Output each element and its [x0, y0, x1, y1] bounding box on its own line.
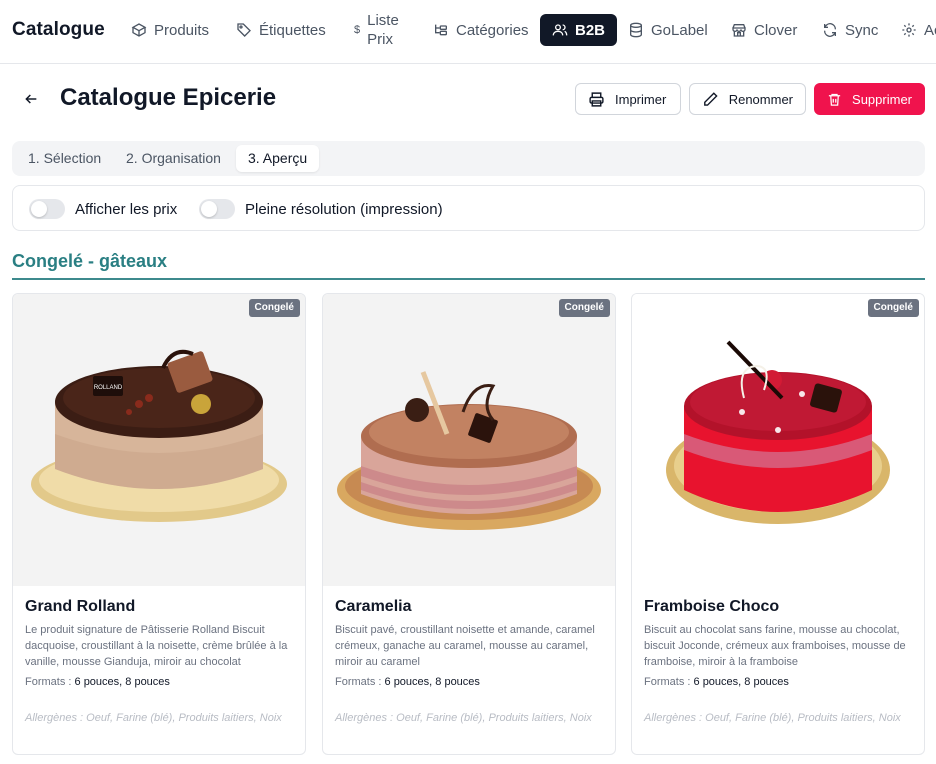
nav-item-label: Sync	[845, 21, 879, 39]
nav-item-b2b[interactable]: B2B	[540, 14, 618, 46]
formats-value: 6 pouces, 8 pouces	[693, 676, 789, 688]
nav-item-label: Produits	[154, 21, 210, 39]
trash-icon	[828, 93, 841, 106]
nav-item-label: Ac	[924, 21, 936, 39]
formats-value: 6 pouces, 8 pouces	[74, 676, 170, 688]
product-description: Biscuit pavé, croustillant noisette et a…	[335, 624, 595, 668]
nav-item-liste-prix[interactable]: $ Liste Prix	[342, 10, 411, 50]
product-name: Grand Rolland	[25, 598, 136, 615]
product-allergens: Allergènes : Oeuf, Farine (blé), Produit…	[644, 712, 901, 724]
full-resolution-switch[interactable]	[199, 199, 235, 219]
show-prices-label: Afficher les prix	[75, 200, 178, 218]
gear-icon	[902, 23, 916, 37]
product-card[interactable]: Congelé Framboise Choco Biscuit au choco…	[631, 293, 925, 755]
product-formats: Formats : 6 pouces, 8 pouces	[25, 674, 293, 690]
tab-organisation[interactable]: 2. Organisation	[114, 145, 233, 172]
tag-icon	[237, 23, 251, 37]
product-formats: Formats : 6 pouces, 8 pouces	[644, 674, 912, 690]
product-description: Le produit signature de Pâtisserie Rolla…	[25, 624, 288, 668]
brand-title[interactable]: Catalogue	[12, 19, 105, 41]
back-arrow-icon[interactable]	[20, 88, 42, 110]
nav-item-categories[interactable]: Catégories	[421, 14, 541, 46]
display-options: Afficher les prix Pleine résolution (imp…	[12, 185, 925, 231]
product-card[interactable]: Congelé Caramelia Biscuit pavé, croustil…	[322, 293, 616, 755]
formats-label: Formats :	[335, 676, 382, 688]
users-icon	[552, 24, 568, 36]
section-divider	[12, 278, 925, 280]
category-badge: Congelé	[248, 299, 300, 317]
tree-icon	[435, 24, 447, 36]
product-formats: Formats : 6 pouces, 8 pouces	[335, 674, 603, 690]
show-prices-switch[interactable]	[29, 199, 65, 219]
category-badge: Congelé	[558, 299, 610, 317]
delete-button-label: Supprimer	[852, 91, 912, 107]
print-button-label: Imprimer	[615, 91, 667, 107]
full-resolution-toggle[interactable]: Pleine résolution (impression)	[199, 198, 443, 220]
product-name: Caramelia	[335, 598, 412, 615]
dollar-icon: $	[354, 24, 361, 36]
store-icon	[732, 24, 746, 37]
nav-item-label: GoLabel	[651, 21, 708, 39]
nav-item-label: Étiquettes	[259, 21, 326, 39]
pencil-icon	[704, 91, 718, 106]
step-tabs: 1. Sélection 2. Organisation 3. Aperçu	[12, 141, 925, 176]
formats-label: Formats :	[25, 676, 72, 688]
formats-value: 6 pouces, 8 pouces	[384, 676, 480, 688]
nav-item-sync[interactable]: Sync	[810, 14, 890, 46]
tab-selection[interactable]: 1. Sélection	[16, 145, 113, 172]
tab-apercu[interactable]: 3. Aperçu	[236, 145, 320, 172]
product-allergens: Allergènes : Oeuf, Farine (blé), Produit…	[25, 712, 282, 724]
nav-item-produits[interactable]: Produits	[119, 14, 221, 46]
nav-item-label-line1: Liste	[367, 12, 399, 29]
product-image: Congelé	[323, 294, 615, 586]
product-image: Congelé	[632, 294, 924, 586]
rename-button-label: Renommer	[728, 91, 793, 107]
formats-label: Formats :	[644, 676, 691, 688]
nav-item-ac[interactable]: Ac	[889, 14, 936, 46]
nav-item-label: Catégories	[456, 21, 529, 39]
nav-item-label: B2B	[575, 21, 606, 39]
nav-item-etiquettes[interactable]: Étiquettes	[224, 14, 338, 46]
section-title: Congelé - gâteaux	[12, 251, 168, 271]
product-allergens: Allergènes : Oeuf, Farine (blé), Produit…	[335, 712, 592, 724]
product-name: Framboise Choco	[644, 598, 780, 615]
database-icon	[630, 22, 642, 38]
full-resolution-label: Pleine résolution (impression)	[245, 200, 443, 218]
product-image: ROLLAND Congelé	[13, 294, 305, 586]
svg-text:ROLLAND: ROLLAND	[94, 385, 123, 391]
delete-button[interactable]: Supprimer	[814, 83, 925, 115]
nav-item-clover[interactable]: Clover	[719, 14, 809, 46]
product-description: Biscuit au chocolat sans farine, mousse …	[644, 624, 906, 668]
top-navigation: Catalogue Produits Étiquettes $ Liste Pr…	[0, 0, 936, 64]
show-prices-toggle[interactable]: Afficher les prix	[29, 198, 177, 220]
page-title: Catalogue Epicerie	[60, 84, 277, 111]
category-badge: Congelé	[867, 299, 919, 317]
product-card[interactable]: ROLLAND Congelé Grand Rolland Le produit…	[12, 293, 306, 755]
refresh-icon	[824, 23, 836, 37]
printer-icon	[589, 91, 604, 107]
rename-button[interactable]: Renommer	[689, 83, 806, 115]
box-icon	[131, 23, 147, 37]
nav-item-label: Clover	[754, 21, 798, 39]
nav-item-golabel[interactable]: GoLabel	[616, 14, 720, 46]
print-button[interactable]: Imprimer	[575, 83, 681, 115]
nav-item-label-line2: Prix	[367, 31, 393, 48]
